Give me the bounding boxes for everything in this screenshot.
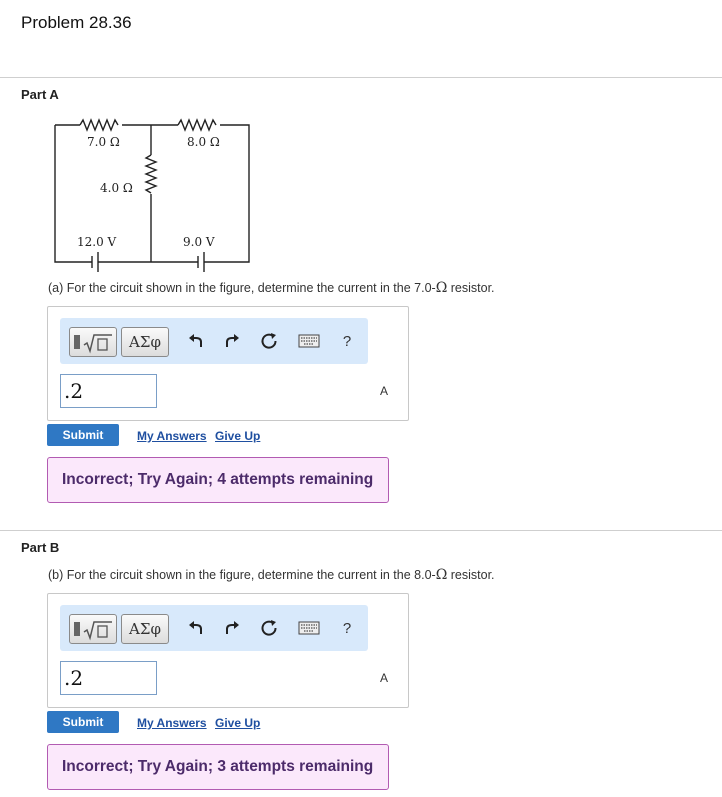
resistor-4-label: 4.0 Ω <box>100 181 133 195</box>
reset-icon[interactable] <box>258 330 280 352</box>
part-a-feedback: Incorrect; Try Again; 4 attempts remaini… <box>47 457 389 503</box>
circuit-diagram: 7.0 Ω 8.0 Ω 4.0 Ω 12.0 V 9.0 V <box>54 118 250 272</box>
redo-icon[interactable] <box>221 617 243 639</box>
undo-icon[interactable] <box>185 617 207 639</box>
emf-12-label: 12.0 V <box>77 235 117 249</box>
part-a-give-up-link[interactable]: Give Up <box>215 429 260 443</box>
square-root-template-icon <box>74 621 112 641</box>
part-b-question: (b) For the circuit shown in the figure,… <box>48 567 495 583</box>
part-b-math-toolbar: ΑΣφ ? <box>60 605 368 651</box>
part-a-my-answers-link[interactable]: My Answers <box>137 429 207 443</box>
resistor-7-label: 7.0 Ω <box>87 135 120 149</box>
part-a-unit: A <box>380 384 389 398</box>
symbols-button[interactable]: ΑΣφ <box>121 327 169 357</box>
emf-9-label: 9.0 V <box>183 235 215 249</box>
part-a-answer-input[interactable]: .2 <box>60 374 157 408</box>
part-a-math-toolbar: ΑΣφ ? <box>60 318 368 364</box>
problem-title: Problem 28.36 <box>21 13 132 32</box>
resistor-7-zigzag <box>79 118 119 132</box>
resistor-8-label: 8.0 Ω <box>187 135 220 149</box>
keyboard-icon[interactable] <box>298 330 320 352</box>
part-a-question: (a) For the circuit shown in the figure,… <box>48 280 495 296</box>
part-b-answer-input[interactable]: .2 <box>60 661 157 695</box>
help-button[interactable]: ? <box>336 330 358 352</box>
part-b-give-up-link[interactable]: Give Up <box>215 716 260 730</box>
templates-button[interactable] <box>69 327 117 357</box>
templates-button[interactable] <box>69 614 117 644</box>
divider <box>0 77 722 78</box>
part-b-feedback: Incorrect; Try Again; 3 attempts remaini… <box>47 744 389 790</box>
symbols-button[interactable]: ΑΣφ <box>121 614 169 644</box>
part-a-submit-button[interactable]: Submit <box>47 424 119 446</box>
reset-icon[interactable] <box>258 617 280 639</box>
part-a-label: Part A <box>21 87 59 102</box>
part-a-answer-panel: ΑΣφ ? .2 A <box>47 306 409 421</box>
part-b-label: Part B <box>21 540 60 555</box>
resistor-4-zigzag <box>144 154 158 194</box>
square-root-template-icon <box>74 334 112 354</box>
resistor-8-zigzag <box>177 118 217 132</box>
redo-icon[interactable] <box>221 330 243 352</box>
part-b-unit: A <box>380 671 389 685</box>
part-b-answer-panel: ΑΣφ ? .2 A <box>47 593 409 708</box>
keyboard-icon[interactable] <box>298 617 320 639</box>
divider <box>0 530 722 531</box>
part-b-my-answers-link[interactable]: My Answers <box>137 716 207 730</box>
help-button[interactable]: ? <box>336 617 358 639</box>
part-b-submit-button[interactable]: Submit <box>47 711 119 733</box>
undo-icon[interactable] <box>185 330 207 352</box>
